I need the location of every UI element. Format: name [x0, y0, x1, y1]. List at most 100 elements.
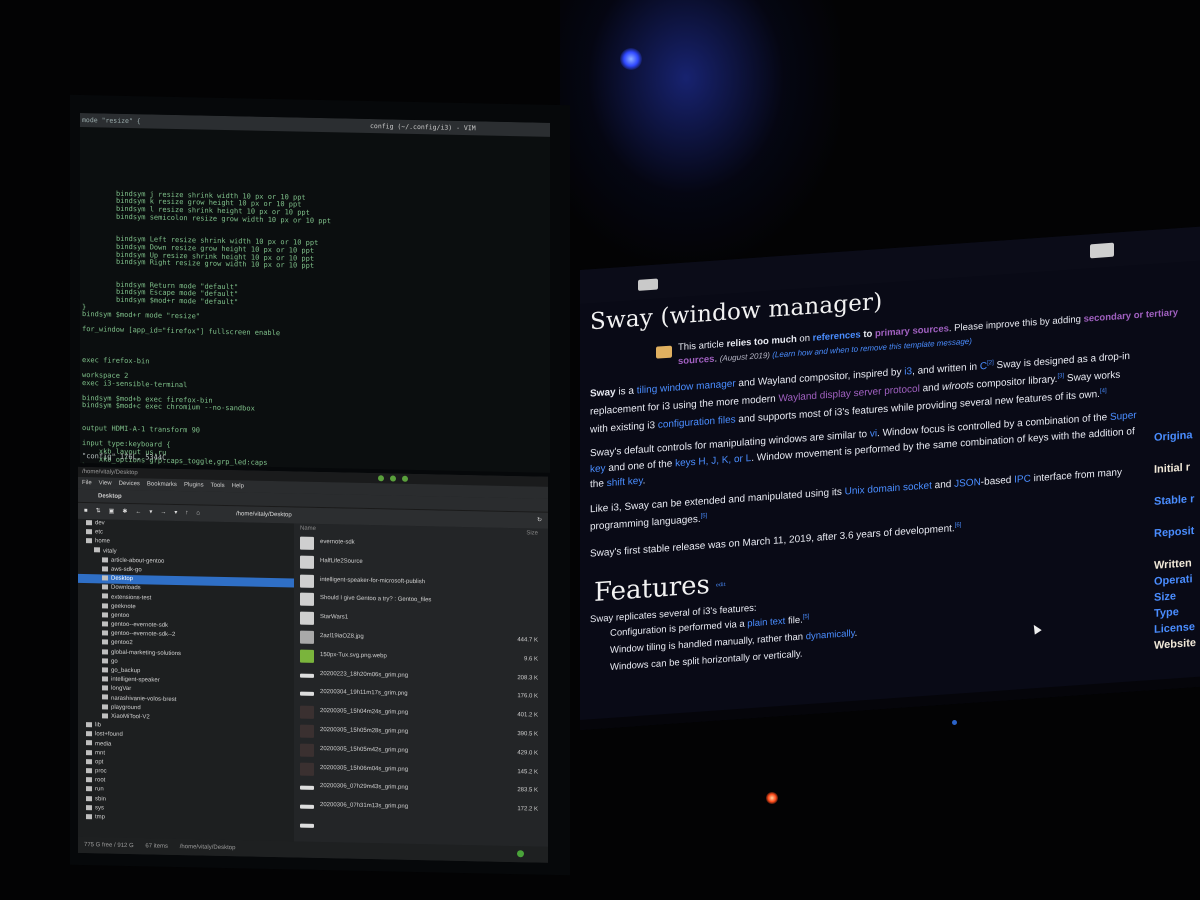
status-path: /home/vitaly/Desktop [179, 844, 236, 852]
feature-link[interactable]: plain text [747, 616, 785, 630]
book-icon [656, 345, 672, 359]
folder-icon [86, 814, 92, 820]
vi-link[interactable]: vi [870, 429, 877, 441]
folder-icon [86, 529, 92, 535]
unix-socket-link[interactable]: Unix domain socket [845, 480, 932, 497]
tree-item-label: Downloads [111, 584, 141, 592]
citation[interactable]: [5] [701, 514, 708, 520]
tab-desktop[interactable]: Desktop [98, 493, 122, 499]
text: Like i3, Sway can be extended and manipu… [590, 486, 845, 516]
json-link[interactable]: JSON [954, 477, 981, 490]
menu-item-view[interactable]: View [99, 480, 112, 486]
back-arrow-icon[interactable]: ← [135, 509, 141, 515]
notice-text: . [714, 353, 718, 365]
minimize-button[interactable] [378, 475, 384, 482]
shift-key-link[interactable]: shift key [607, 476, 643, 490]
search-widget-icon[interactable] [1090, 242, 1114, 259]
dropdown-icon[interactable]: ▾ [149, 509, 152, 515]
image-thumbnail-icon [300, 724, 314, 738]
citation[interactable]: [6] [955, 523, 962, 529]
image-thumbnail-icon [300, 691, 314, 697]
folder-icon [102, 566, 108, 572]
config-files-link[interactable]: configuration files [658, 414, 736, 430]
vim-editor[interactable]: mode "resize" { config (~/.config/i3) - … [80, 112, 550, 473]
tree-item-label: gentoo [111, 612, 130, 619]
menu-item-help[interactable]: Help [232, 483, 244, 489]
folder-icon [300, 592, 314, 607]
text: and [919, 381, 943, 395]
tree-item-label: mnt [95, 749, 106, 757]
file-name: StarWars1 [320, 614, 349, 621]
feature-link[interactable]: dynamically [806, 628, 855, 642]
dropdown-icon[interactable]: ▾ [174, 510, 177, 516]
text: , and written in [912, 361, 980, 378]
file-name: 20200305_15h06m04s_grim.png [320, 764, 409, 773]
new-tab-icon[interactable]: ■ [84, 508, 88, 514]
citation[interactable]: [4] [1100, 388, 1107, 394]
vim-buffer[interactable]: bindsym j resize shrink width 10 px or 1… [82, 129, 548, 473]
text: is a [615, 385, 637, 398]
column-size-header[interactable]: Size [526, 528, 538, 538]
file-name: 20200223_18h20m06s_grim.png [320, 670, 409, 679]
hjkl-keys-link[interactable]: keys H, J, K, or L [675, 453, 751, 469]
image-thumbnail-icon [300, 743, 314, 757]
maximize-button[interactable] [390, 475, 396, 482]
folder-icon [102, 603, 108, 609]
column-name-header[interactable]: Name [300, 526, 316, 532]
folder-icon [300, 611, 314, 626]
image-thumbnail-icon [300, 785, 314, 791]
menu-item-file[interactable]: File [82, 480, 92, 486]
file-row[interactable] [294, 815, 548, 839]
folder-icon [102, 557, 108, 563]
bookmark-icon[interactable]: ✱ [122, 509, 127, 515]
tree-item-label: gentoo--evernote-sdk--2 [111, 630, 176, 639]
i3-link[interactable]: i3 [904, 366, 912, 378]
right-monitor: Sway (window manager) This article relie… [580, 225, 1200, 731]
folder-icon [102, 575, 108, 581]
folder-icon [102, 667, 108, 673]
location-bar[interactable]: /home/vitaly/Desktop [236, 506, 292, 523]
file-list[interactable]: Name Size evernote-sdk HalfLife2Source int… [294, 523, 548, 847]
text: wlroots [942, 379, 974, 393]
ipc-link[interactable]: IPC [1014, 473, 1031, 485]
home-icon[interactable]: ⌂ [196, 510, 200, 516]
forward-arrow-icon[interactable]: → [160, 510, 166, 516]
image-thumbnail-icon [300, 630, 314, 644]
folder-icon [86, 520, 92, 526]
tree-item-label: aws-sdk-go [111, 566, 142, 574]
reload-icon[interactable]: ⇅ [96, 508, 101, 514]
image-thumbnail-icon [300, 705, 314, 720]
edit-section-link[interactable]: edit [716, 582, 726, 589]
file-name: 150px-Tux.svg.png.webp [320, 651, 387, 660]
menu-item-devices[interactable]: Devices [119, 481, 140, 487]
folder-icon [102, 704, 108, 710]
citation[interactable]: [2] [987, 360, 994, 366]
tree-item-label: dev [95, 520, 105, 527]
menu-item-tools[interactable]: Tools [211, 483, 225, 489]
wayland-link[interactable]: Wayland display server protocol [778, 383, 919, 404]
up-arrow-icon[interactable]: ↑ [185, 510, 188, 516]
search-widget-icon[interactable] [638, 278, 658, 291]
tiling-wm-link[interactable]: tiling window manager [637, 378, 736, 396]
folder-icon [300, 536, 314, 550]
fm-title-text: /home/vitaly/Desktop [82, 469, 138, 477]
citation[interactable]: [5] [803, 614, 810, 620]
notice-text: to [860, 328, 875, 341]
free-space: 775 G free / 912 G [84, 842, 134, 850]
status-led-icon [517, 850, 524, 858]
tree-item-label: lost+found [95, 731, 123, 739]
folder-icon[interactable]: ▣ [109, 509, 115, 515]
close-button[interactable] [402, 475, 408, 482]
menu-item-plugins[interactable]: Plugins [184, 482, 204, 488]
references-link[interactable]: references [813, 329, 861, 343]
menu-item-bookmarks[interactable]: Bookmarks [147, 481, 177, 488]
folder-icon [86, 768, 92, 774]
image-thumbnail-icon [300, 762, 314, 776]
directory-tree[interactable]: dev etc home vitaly article-about-gentoo aws-… [78, 518, 294, 842]
primary-sources-link[interactable]: primary sources [875, 323, 949, 339]
text: . [854, 628, 858, 640]
refresh-icon[interactable]: ↻ [537, 513, 542, 529]
text: Sway [590, 386, 616, 400]
folder-icon [102, 621, 108, 627]
tree-item-label: sbin [95, 795, 107, 803]
